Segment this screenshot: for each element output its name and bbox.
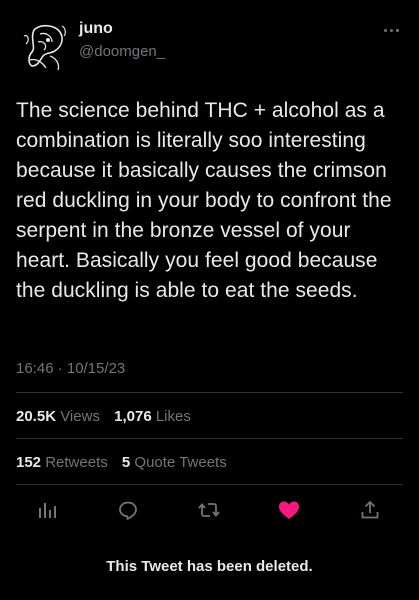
- quotes-label[interactable]: Quote Tweets: [134, 454, 226, 471]
- display-name[interactable]: juno: [79, 18, 165, 40]
- analytics-icon[interactable]: [34, 497, 60, 523]
- retweets-count[interactable]: 152: [16, 454, 41, 471]
- share-icon[interactable]: [357, 497, 383, 523]
- divider: [16, 438, 403, 439]
- handle[interactable]: @doomgen_: [79, 42, 165, 62]
- more-options-icon[interactable]: [379, 22, 403, 38]
- likes-label[interactable]: Likes: [156, 408, 191, 425]
- like-icon[interactable]: [276, 497, 302, 523]
- retweets-quotes-row: 152 Retweets 5 Quote Tweets: [16, 454, 227, 471]
- quotes-count[interactable]: 5: [122, 454, 130, 471]
- action-bar: [16, 492, 403, 528]
- deleted-notice: This Tweet has been deleted.: [106, 558, 313, 575]
- reply-icon[interactable]: [115, 497, 141, 523]
- likes-count[interactable]: 1,076: [114, 408, 152, 425]
- author-names: juno @doomgen_: [79, 18, 165, 62]
- avatar-sketch-icon: [16, 16, 76, 76]
- divider: [16, 392, 403, 393]
- views-likes-row: 20.5K Views 1,076 Likes: [16, 408, 191, 425]
- avatar[interactable]: [16, 16, 76, 76]
- tweet-text: The science behind THC + alcohol as a co…: [16, 99, 392, 302]
- views-count: 20.5K: [16, 408, 57, 425]
- retweets-label[interactable]: Retweets: [45, 454, 108, 471]
- retweet-icon[interactable]: [196, 497, 222, 523]
- views-label: Views: [60, 408, 100, 425]
- divider: [16, 484, 403, 485]
- tweet-header: juno @doomgen_: [16, 16, 403, 78]
- timestamp[interactable]: 16:46 · 10/15/23: [16, 360, 125, 377]
